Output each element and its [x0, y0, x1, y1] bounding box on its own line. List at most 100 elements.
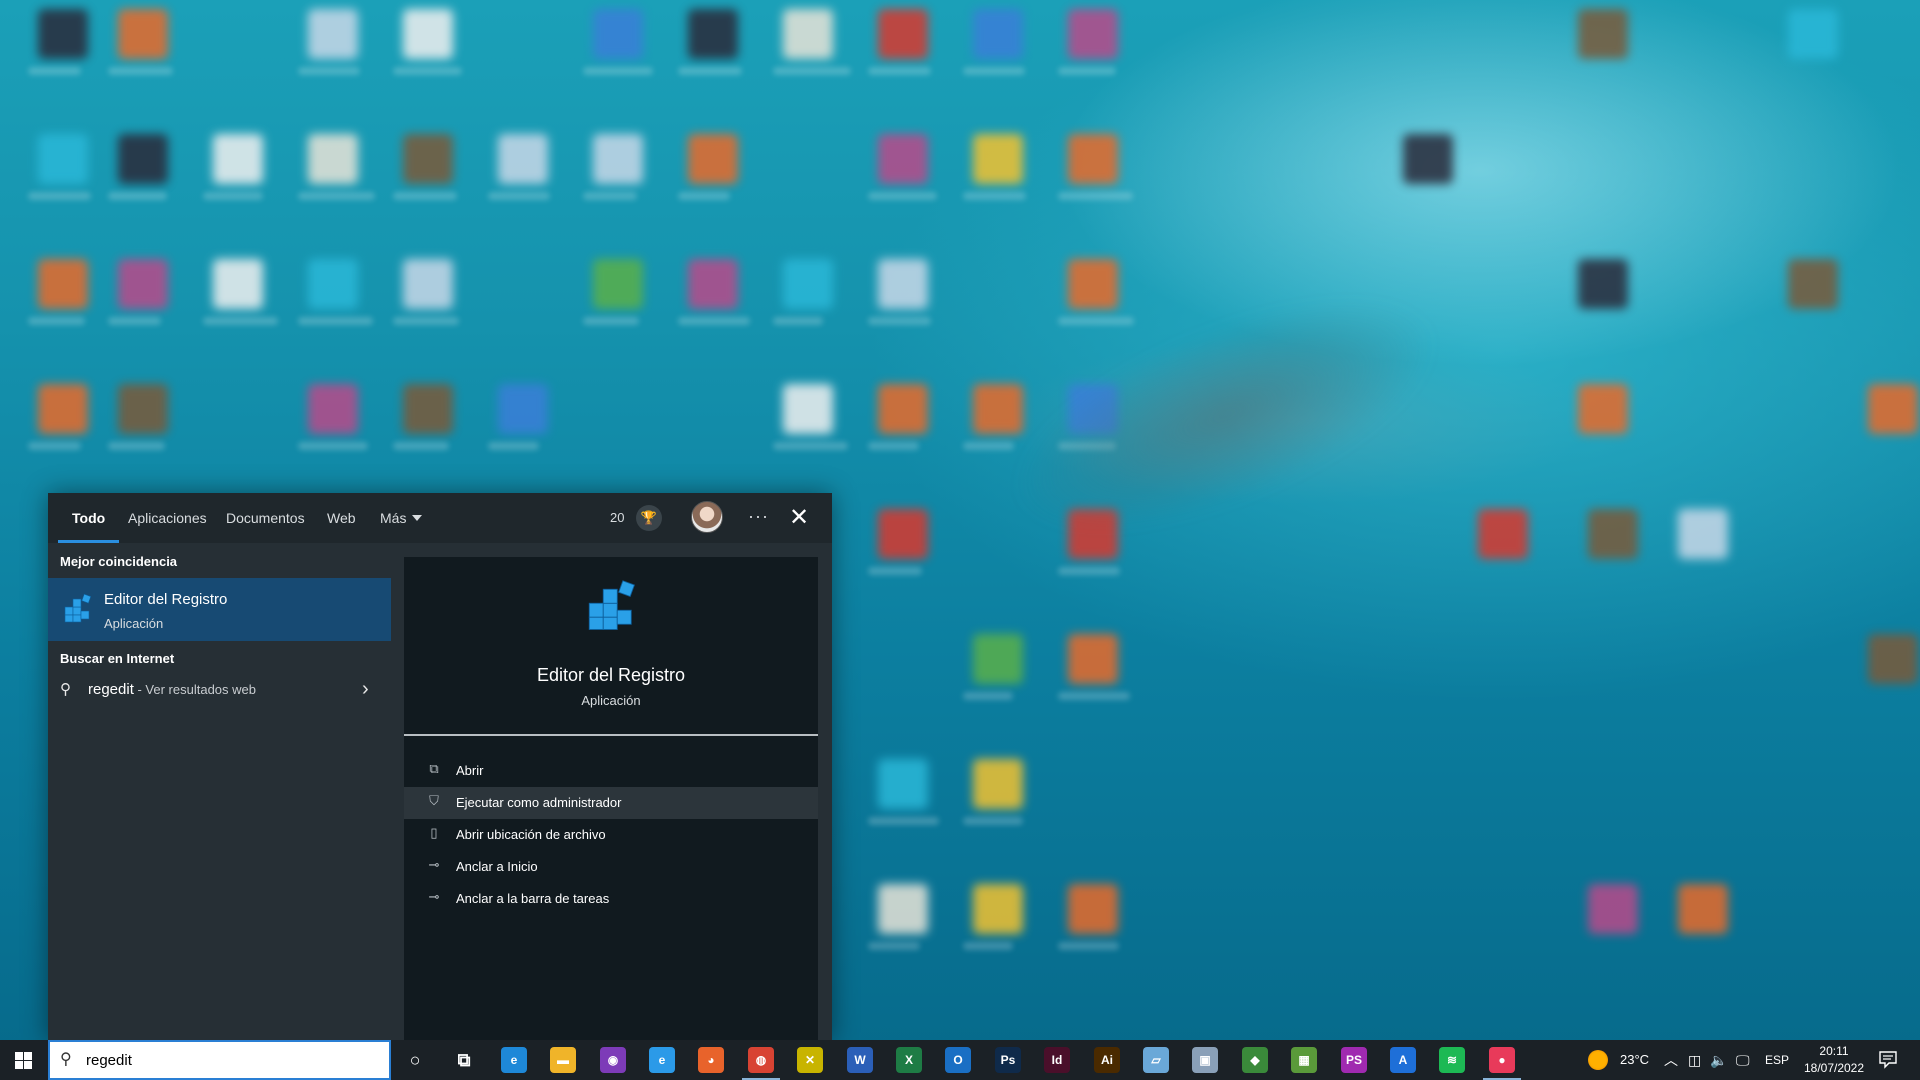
photoshop-icon[interactable]: Ps — [995, 1047, 1021, 1073]
desktop-icon[interactable] — [1068, 634, 1118, 684]
tab-todo[interactable]: Todo — [57, 493, 120, 543]
phpstorm-icon[interactable]: PS — [1341, 1047, 1367, 1073]
desktop-icon[interactable] — [1068, 9, 1118, 59]
notepad-icon[interactable]: ▱ — [1143, 1047, 1169, 1073]
tab-mas[interactable]: Más — [380, 493, 423, 543]
best-match-result[interactable]: Editor del Registro Aplicación — [48, 578, 391, 641]
desktop-icon[interactable] — [1068, 259, 1118, 309]
desktop-icon[interactable] — [38, 9, 88, 59]
language-indicator[interactable]: ESP — [1765, 1040, 1789, 1080]
desktop-icon[interactable] — [973, 9, 1023, 59]
start-button[interactable] — [0, 1040, 48, 1080]
desktop-icon[interactable] — [593, 134, 643, 184]
desktop-icon[interactable] — [783, 9, 833, 59]
close-icon[interactable]: ✕ — [789, 493, 809, 543]
desktop-icon[interactable] — [498, 134, 548, 184]
desktop-icon[interactable] — [1068, 134, 1118, 184]
desktop-icon[interactable] — [1403, 134, 1453, 184]
desktop-icon[interactable] — [1868, 634, 1918, 684]
tor-browser-icon[interactable]: ◉ — [600, 1047, 626, 1073]
desktop-icon[interactable] — [1578, 384, 1628, 434]
illustrator-icon[interactable]: Ai — [1094, 1047, 1120, 1073]
desktop-icon[interactable] — [1588, 509, 1638, 559]
desktop-icon[interactable] — [118, 134, 168, 184]
desktop-icon[interactable] — [973, 134, 1023, 184]
desktop-icon[interactable] — [973, 634, 1023, 684]
desktop-icon[interactable] — [1578, 9, 1628, 59]
desktop-icon[interactable] — [878, 509, 928, 559]
desktop-icon[interactable] — [688, 259, 738, 309]
more-options-icon[interactable]: ··· — [748, 493, 769, 543]
desktop-icon[interactable] — [118, 9, 168, 59]
desktop-icon[interactable] — [308, 259, 358, 309]
desktop-icon[interactable] — [118, 384, 168, 434]
chevron-right-icon[interactable]: › — [362, 678, 369, 701]
desktop-icon[interactable] — [878, 884, 928, 934]
desktop-icon[interactable] — [1478, 509, 1528, 559]
desktop-icon[interactable] — [783, 259, 833, 309]
desktop-icon[interactable] — [308, 384, 358, 434]
desktop-icon[interactable] — [38, 134, 88, 184]
action-run-as-admin[interactable]: ⛉ Ejecutar como administrador — [404, 787, 818, 819]
action-pin-to-start[interactable]: ⊸ Anclar a Inicio — [404, 851, 818, 883]
word-icon[interactable]: W — [847, 1047, 873, 1073]
desktop-icon[interactable] — [688, 9, 738, 59]
spotify-icon[interactable]: ≋ — [1439, 1047, 1465, 1073]
file-explorer-icon[interactable]: ▬ — [550, 1047, 576, 1073]
affinity-icon[interactable]: A — [1390, 1047, 1416, 1073]
avatar[interactable] — [691, 501, 723, 533]
desktop-icon[interactable] — [878, 134, 928, 184]
screen-recorder-icon[interactable]: ● — [1483, 1047, 1521, 1080]
firefox-icon[interactable]: ◕ — [698, 1047, 724, 1073]
edge-icon[interactable]: e — [501, 1047, 527, 1073]
action-open-file-location[interactable]: ▯ Abrir ubicación de archivo — [404, 819, 818, 851]
weather-icon[interactable] — [1588, 1050, 1608, 1070]
desktop-icon[interactable] — [1788, 259, 1838, 309]
desktop-icon[interactable] — [403, 384, 453, 434]
desktop-icon[interactable] — [213, 134, 263, 184]
desktop-icon[interactable] — [688, 134, 738, 184]
desktop-icon[interactable] — [403, 9, 453, 59]
desktop-icon[interactable] — [973, 759, 1023, 809]
tab-aplicaciones[interactable]: Aplicaciones — [128, 493, 207, 543]
web-search-result[interactable]: ⚲ regedit - Ver resultados web › — [48, 672, 391, 708]
internet-explorer-icon[interactable]: e — [649, 1047, 675, 1073]
desktop-icon[interactable] — [1788, 9, 1838, 59]
task-view-icon[interactable]: ⧉ — [451, 1047, 477, 1073]
desktop-icon[interactable] — [1678, 884, 1728, 934]
action-open[interactable]: ⧉ Abrir — [404, 755, 818, 787]
desktop-icon[interactable] — [593, 9, 643, 59]
desktop-icon[interactable] — [308, 9, 358, 59]
keepass-icon[interactable]: ◆ — [1242, 1047, 1268, 1073]
desktop-icon[interactable] — [973, 884, 1023, 934]
desktop-icon[interactable] — [878, 9, 928, 59]
notification-icon[interactable] — [1878, 1049, 1898, 1069]
weather-temperature[interactable]: 23°C — [1620, 1040, 1649, 1080]
tab-documentos[interactable]: Documentos — [226, 493, 305, 543]
indesign-icon[interactable]: Id — [1044, 1047, 1070, 1073]
taskbar-search-box[interactable]: ⚲ — [48, 1040, 391, 1080]
desktop-icon[interactable] — [783, 384, 833, 434]
desktop-icon[interactable] — [1588, 884, 1638, 934]
desktop-icon[interactable] — [38, 384, 88, 434]
cortana-icon[interactable]: ○ — [402, 1047, 428, 1073]
tab-web[interactable]: Web — [327, 493, 356, 543]
desktop-icon[interactable] — [1068, 884, 1118, 934]
desktop-icon[interactable] — [1578, 259, 1628, 309]
desktop-icon[interactable] — [1678, 509, 1728, 559]
xmind-icon[interactable]: ✕ — [797, 1047, 823, 1073]
image-editor-icon[interactable]: ▦ — [1291, 1047, 1317, 1073]
chevron-up-icon[interactable]: ︿ — [1664, 1040, 1678, 1080]
clock-time[interactable]: 20:11 — [1800, 1044, 1868, 1058]
desktop-icon[interactable] — [593, 259, 643, 309]
desktop-icon[interactable] — [1868, 384, 1918, 434]
desktop-icon[interactable] — [878, 384, 928, 434]
outlook-icon[interactable]: O — [945, 1047, 971, 1073]
clock-date[interactable]: 18/07/2022 — [1796, 1061, 1872, 1075]
action-pin-to-taskbar[interactable]: ⊸ Anclar a la barra de tareas — [404, 883, 818, 915]
chrome-icon[interactable]: ◍ — [742, 1047, 780, 1080]
desktop-icon[interactable] — [878, 759, 928, 809]
desktop-icon[interactable] — [878, 259, 928, 309]
volume-icon[interactable]: 🔈 — [1710, 1040, 1727, 1080]
desktop-icon[interactable] — [213, 259, 263, 309]
